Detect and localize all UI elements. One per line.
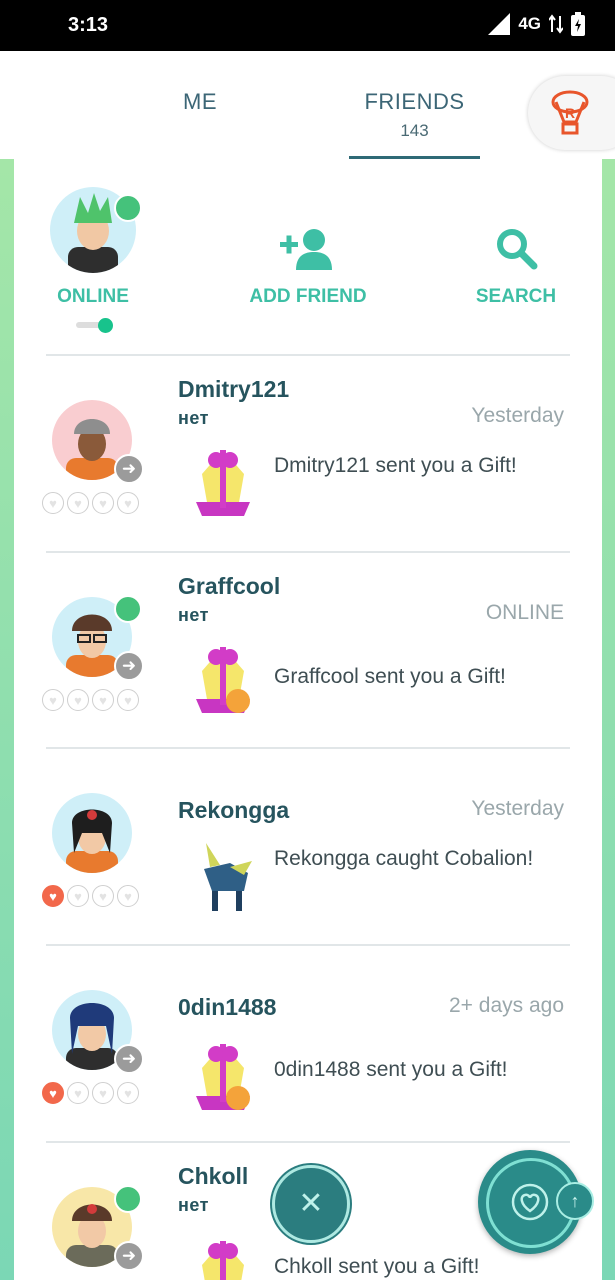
tab-friends[interactable]: FRIENDS 143 xyxy=(349,51,480,160)
tab-friends-label: FRIENDS xyxy=(364,89,465,114)
heart-icon: ♥ xyxy=(117,689,139,711)
friend-row[interactable]: ♥ ♥ ♥ ♥ Rekongga Yesterday Rekongga caug… xyxy=(40,763,570,935)
friend-avatar xyxy=(52,793,132,873)
heart-icon: ♥ xyxy=(42,885,64,907)
heart-icon: ♥ xyxy=(42,689,64,711)
friend-team: нет xyxy=(178,1195,209,1215)
heart-icon: ♥ xyxy=(67,492,89,514)
divider xyxy=(46,354,570,356)
team-rocket-balloon-icon: R xyxy=(551,90,589,135)
tab-me[interactable]: ME xyxy=(150,51,250,159)
tab-me-label: ME xyxy=(183,89,217,114)
svg-text:R: R xyxy=(565,105,575,121)
friendship-hearts: ♥ ♥ ♥ ♥ xyxy=(42,1082,139,1104)
friend-online-indicator xyxy=(114,595,142,623)
heart-icon: ♥ xyxy=(92,885,114,907)
friend-name: 0din1488 xyxy=(178,994,277,1020)
trainer-avatar-icon xyxy=(66,809,118,873)
team-rocket-balloon-button[interactable]: R xyxy=(528,76,615,150)
divider xyxy=(46,551,570,553)
gift-icon xyxy=(196,450,250,516)
battery-icon xyxy=(571,12,585,36)
tab-bar: ME FRIENDS 143 xyxy=(0,51,615,160)
cobalion-icon xyxy=(204,843,252,911)
friendship-hearts: ♥ ♥ ♥ ♥ xyxy=(42,492,139,514)
gift-icon xyxy=(196,647,250,713)
friends-count: 143 xyxy=(400,121,429,140)
friendship-hearts: ♥ ♥ ♥ ♥ xyxy=(42,689,139,711)
add-friend-icon xyxy=(280,229,332,270)
heart-icon: ♥ xyxy=(67,1082,89,1104)
signal-icon xyxy=(488,13,511,35)
left-border xyxy=(0,159,14,1280)
send-gift-arrow-icon: ➜ xyxy=(114,1044,144,1074)
search-icon xyxy=(497,229,538,270)
heart-outline-icon xyxy=(511,1183,549,1221)
friend-last-seen: ONLINE xyxy=(485,601,564,624)
heart-icon: ♥ xyxy=(42,492,64,514)
friend-row[interactable]: ➜ ♥ ♥ ♥ ♥ Dmitry121 нет Yesterday Dmitry… xyxy=(40,370,570,542)
friend-activity: Chkoll sent you a Gift! xyxy=(274,1255,480,1278)
heart-icon: ♥ xyxy=(67,885,89,907)
send-gift-arrow-icon: ➜ xyxy=(114,1241,144,1271)
data-arrows-icon xyxy=(549,14,563,34)
status-bar: 3:13 4G xyxy=(0,0,615,51)
friend-row[interactable]: ➜ ♥ ♥ ♥ ♥ 0din1488 2+ days ago 0din1488 … xyxy=(40,960,570,1132)
friend-name: Dmitry121 xyxy=(178,376,290,402)
friend-activity: Rekongga caught Cobalion! xyxy=(274,847,534,870)
scroll-up-button[interactable]: ↑ xyxy=(556,1182,594,1220)
send-gift-arrow-icon: ➜ xyxy=(114,454,144,484)
divider xyxy=(46,944,570,946)
friend-activity: Dmitry121 sent you a Gift! xyxy=(274,454,517,477)
add-friend-button[interactable]: ADD FRIEND xyxy=(240,222,376,312)
heart-icon: ♥ xyxy=(117,1082,139,1104)
friend-last-seen: Yesterday xyxy=(471,797,564,820)
gift-icon xyxy=(196,1044,250,1110)
divider xyxy=(46,1141,570,1143)
heart-icon: ♥ xyxy=(117,885,139,907)
friend-activity: Graffcool sent you a Gift! xyxy=(274,665,506,688)
heart-icon: ♥ xyxy=(42,1082,64,1104)
heart-icon: ♥ xyxy=(92,492,114,514)
friend-name: Chkoll xyxy=(178,1163,249,1189)
send-gift-arrow-icon: ➜ xyxy=(114,651,144,681)
heart-icon: ♥ xyxy=(92,1082,114,1104)
status-time: 3:13 xyxy=(68,14,109,36)
online-status-label: ONLINE xyxy=(57,286,129,307)
heart-icon: ♥ xyxy=(117,492,139,514)
friend-name: Rekongga xyxy=(178,797,290,823)
friendship-hearts: ♥ ♥ ♥ ♥ xyxy=(42,885,139,907)
my-online-indicator xyxy=(114,194,142,222)
gift-icon xyxy=(202,1241,244,1280)
heart-icon: ♥ xyxy=(92,689,114,711)
divider xyxy=(46,747,570,749)
search-button[interactable]: SEARCH xyxy=(470,222,562,312)
arrow-up-icon: ↑ xyxy=(570,1191,580,1211)
friend-name: Graffcool xyxy=(178,573,281,599)
right-border xyxy=(602,159,615,1280)
friend-row[interactable]: ➜ ♥ ♥ ♥ ♥ Graffcool нет ONLINE Graffcool… xyxy=(40,567,570,739)
friend-activity: 0din1488 sent you a Gift! xyxy=(274,1058,508,1081)
add-friend-label: ADD FRIEND xyxy=(249,286,367,307)
heart-icon: ♥ xyxy=(67,689,89,711)
online-toggle[interactable] xyxy=(76,318,114,333)
friend-last-seen: Yesterday xyxy=(471,404,564,427)
friend-last-seen: 2+ days ago xyxy=(448,994,564,1017)
friend-team: нет xyxy=(178,408,209,428)
search-label: SEARCH xyxy=(475,286,557,307)
friend-team: нет xyxy=(178,605,209,625)
close-icon: ✕ xyxy=(298,1187,324,1220)
friend-online-indicator xyxy=(114,1185,142,1213)
close-button[interactable]: ✕ xyxy=(272,1165,350,1243)
network-type: 4G xyxy=(518,14,541,33)
